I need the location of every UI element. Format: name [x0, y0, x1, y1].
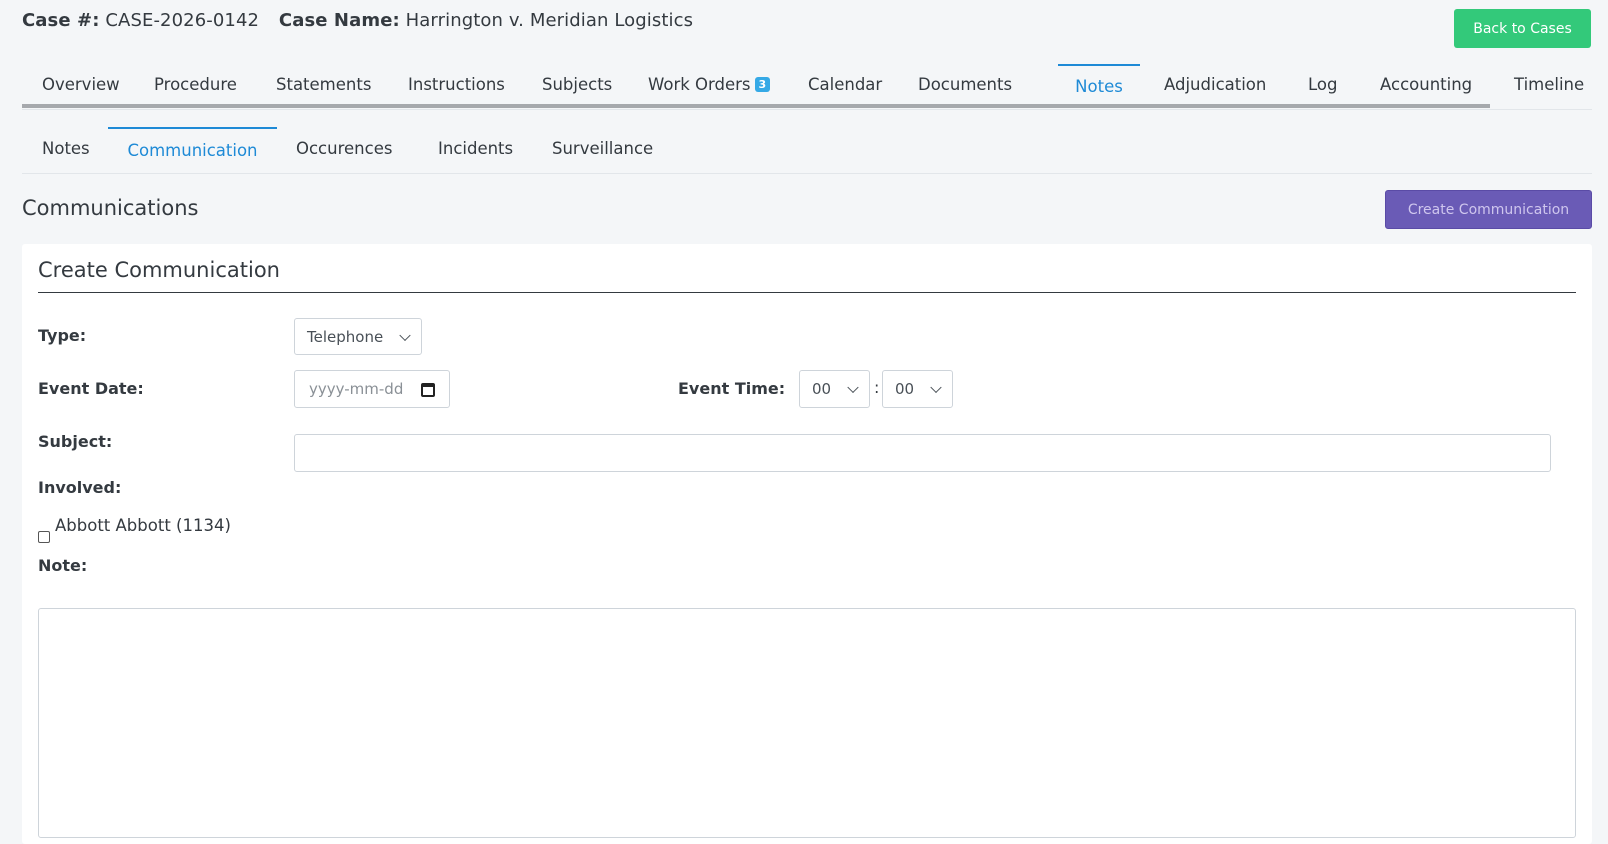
- chevron-down-icon: [399, 329, 411, 341]
- minute-select[interactable]: 00: [882, 370, 953, 408]
- note-label: Note:: [38, 556, 88, 575]
- subtab-notes[interactable]: Notes: [42, 127, 90, 171]
- work-orders-count-badge: 3: [754, 77, 771, 92]
- subtab-surveillance[interactable]: Surveillance: [552, 127, 653, 171]
- hour-value: 00: [812, 380, 832, 398]
- sub-tabs: Notes Communication Occurences Incidents…: [22, 127, 1592, 174]
- tab-notes[interactable]: Notes: [1058, 64, 1140, 106]
- tab-calendar[interactable]: Calendar: [808, 64, 882, 106]
- event-date-input[interactable]: yyyy-mm-dd: [294, 370, 450, 408]
- type-value: Telephone: [307, 327, 384, 346]
- tab-instructions[interactable]: Instructions: [408, 64, 505, 106]
- involved-label: Involved:: [38, 478, 122, 497]
- form-title: Create Communication: [38, 258, 280, 282]
- involved-person-label[interactable]: Abbott Abbott (1134): [55, 516, 231, 535]
- case-number: CASE-2026-0142: [105, 10, 260, 31]
- event-date-label: Event Date:: [38, 379, 144, 398]
- tab-adjudication[interactable]: Adjudication: [1164, 64, 1266, 106]
- case-name: Harrington v. Meridian Logistics: [405, 10, 694, 31]
- tab-timeline[interactable]: Timeline: [1514, 64, 1584, 106]
- subtab-occurences[interactable]: Occurences: [296, 127, 392, 171]
- event-time-label: Event Time:: [678, 379, 786, 398]
- back-to-cases-button[interactable]: Back to Cases: [1454, 9, 1591, 48]
- type-select[interactable]: Telephone: [294, 318, 422, 355]
- involved-checkbox[interactable]: [38, 531, 50, 543]
- tab-statements[interactable]: Statements: [276, 64, 371, 106]
- chevron-down-icon: [930, 381, 942, 394]
- tab-accounting[interactable]: Accounting: [1380, 64, 1472, 106]
- minute-value: 00: [895, 380, 915, 398]
- tab-subjects[interactable]: Subjects: [542, 64, 612, 106]
- tab-work-orders[interactable]: Work Orders 3: [648, 64, 771, 106]
- tab-overview[interactable]: Overview: [42, 64, 120, 106]
- tab-documents[interactable]: Documents: [918, 64, 1012, 106]
- case-header: Case #: CASE-2026-0142 Case Name: Harrin…: [22, 10, 693, 31]
- subtab-communication[interactable]: Communication: [108, 127, 277, 171]
- tab-procedure[interactable]: Procedure: [154, 64, 237, 106]
- type-label: Type:: [38, 326, 87, 345]
- subject-input[interactable]: [294, 434, 1551, 472]
- event-date-placeholder: yyyy-mm-dd: [309, 380, 404, 398]
- subject-label: Subject:: [38, 432, 113, 451]
- chevron-down-icon: [847, 381, 859, 394]
- main-tabs: Overview Procedure Statements Instructio…: [22, 64, 1592, 110]
- time-separator: :: [874, 378, 880, 397]
- section-title: Communications: [22, 196, 199, 220]
- create-communication-card: Create Communication Type: Telephone Eve…: [22, 244, 1592, 844]
- calendar-icon[interactable]: [421, 383, 435, 397]
- subtab-incidents[interactable]: Incidents: [438, 127, 513, 171]
- title-divider: [38, 292, 1576, 293]
- note-textarea[interactable]: [38, 608, 1576, 838]
- tab-log[interactable]: Log: [1308, 64, 1337, 106]
- case-number-label: Case #:: [22, 10, 100, 31]
- hour-select[interactable]: 00: [799, 370, 870, 408]
- create-communication-button[interactable]: Create Communication: [1385, 190, 1592, 229]
- case-name-label: Case Name:: [278, 10, 400, 31]
